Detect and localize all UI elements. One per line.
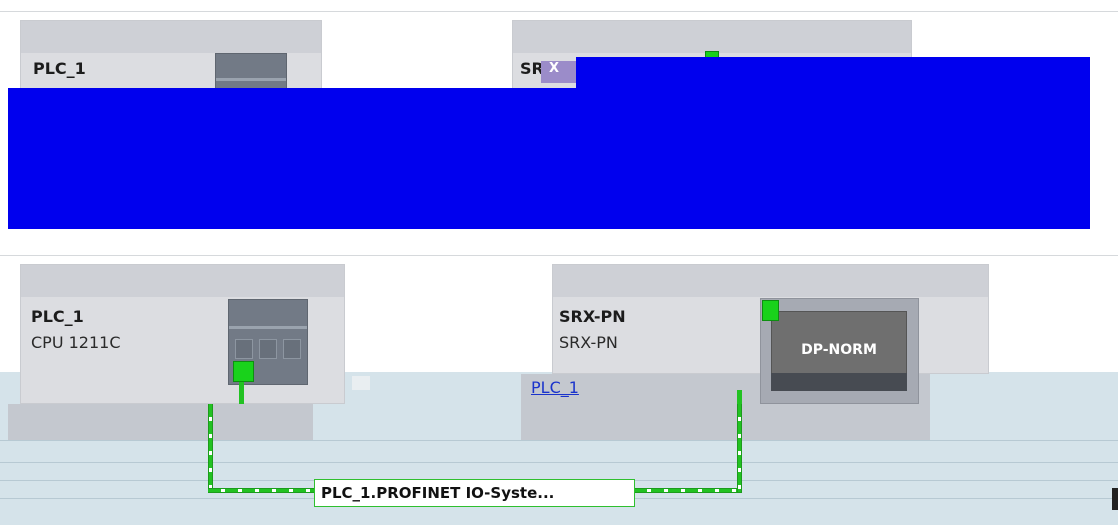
plc-device-title: PLC_1 (31, 307, 84, 326)
profinet-bus-line-left (208, 488, 318, 493)
module-base (771, 373, 907, 391)
network-grid-line (0, 462, 1118, 463)
io-device-subtitle: SRX-PN (559, 333, 618, 352)
profinet-bus-line-right (634, 488, 742, 493)
io-port-stub (737, 390, 742, 404)
scroll-edge-marker (1112, 488, 1118, 510)
io-device-port[interactable] (762, 300, 779, 321)
plc-card-footer (8, 404, 313, 440)
plc-port-stub (239, 382, 244, 404)
plc-profinet-port[interactable] (233, 361, 254, 382)
redacted-region-upper-right (576, 57, 1090, 89)
plc-device-subtitle: CPU 1211C (31, 333, 121, 352)
plc-port-connection-line (208, 404, 213, 492)
redacted-region-main (8, 88, 1090, 229)
controller-link[interactable]: PLC_1 (531, 378, 579, 397)
profinet-io-system-label[interactable]: PLC_1.PROFINET IO-Syste... (314, 479, 635, 507)
io-port-connection-line (737, 404, 742, 492)
upper-plc-device-card[interactable]: PLC_1 (20, 20, 322, 93)
selection-artifact (352, 376, 370, 390)
upper-plc-title: PLC_1 (33, 59, 86, 78)
upper-plc-cpu-image (215, 53, 287, 93)
top-separator (0, 11, 1118, 12)
plc-device-card[interactable]: PLC_1 CPU 1211C (20, 264, 345, 404)
mid-separator (0, 255, 1118, 256)
io-device-title: SRX-PN (559, 307, 626, 326)
network-grid-line (0, 440, 1118, 441)
